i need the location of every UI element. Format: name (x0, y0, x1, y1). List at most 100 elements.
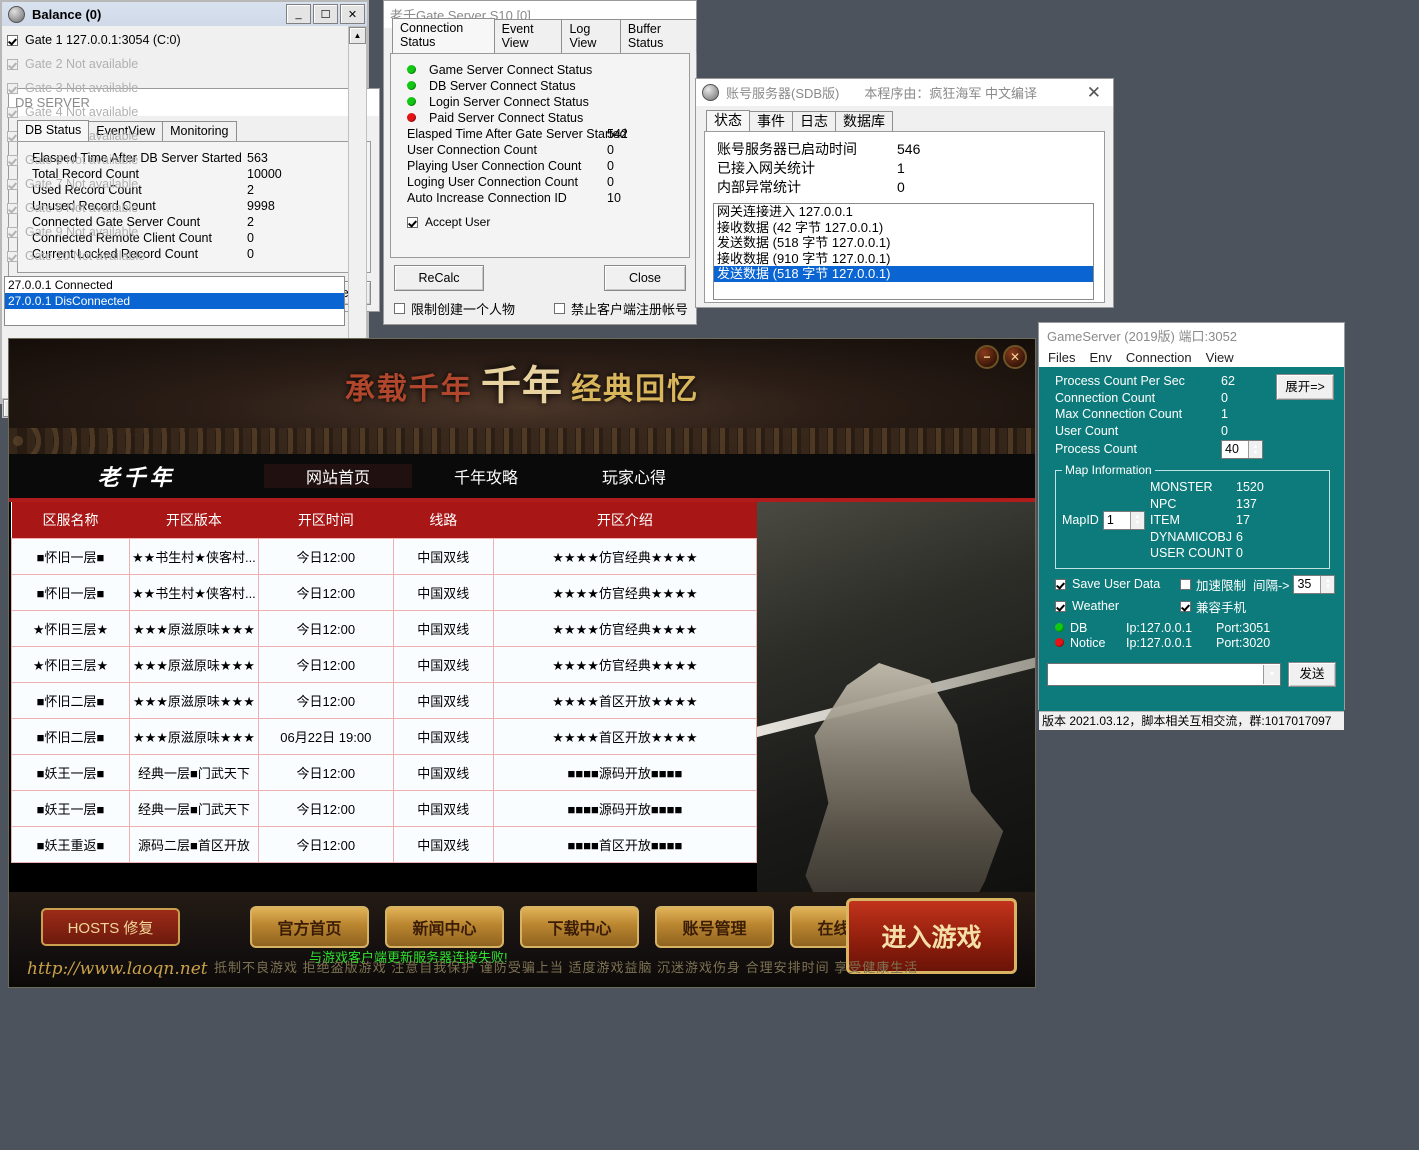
stepper-arrows-icon[interactable]: ▲▼ (1248, 441, 1262, 458)
accept-user-label: Accept User (425, 215, 490, 229)
table-row[interactable]: ■怀旧二层■★★★原滋原味★★★今日12:00中国双线★★★★首区开放★★★★ (12, 683, 757, 719)
menu-view[interactable]: View (1206, 350, 1234, 365)
close-icon[interactable]: ✕ (340, 4, 365, 24)
status-light-green-icon (407, 97, 416, 106)
save-user-data-checkbox[interactable]: Save User Data (1055, 577, 1180, 591)
recalc-button[interactable]: ReCalc (394, 265, 484, 291)
minimize-icon[interactable]: _ (286, 4, 311, 24)
gate-label: Gate 10 Not available (25, 249, 145, 263)
weather-checkbox[interactable]: Weather (1055, 599, 1180, 613)
maximize-icon[interactable]: ☐ (313, 4, 338, 24)
chevron-down-icon[interactable]: ▼ (1263, 665, 1280, 684)
tab-events[interactable]: 事件 (749, 111, 793, 131)
game-server-title: GameServer (2019版) 端口:3052 (1047, 326, 1237, 345)
map-stat-label: NPC (1150, 496, 1236, 513)
status-light-red-icon (407, 113, 416, 122)
expand-button[interactable]: 展开=> (1276, 374, 1334, 400)
app-icon (8, 6, 25, 23)
checkbox-icon (554, 303, 565, 314)
log-item-selected[interactable]: 发送数据 (518 字节 127.0.0.1) (714, 266, 1093, 282)
map-stat-row: USER COUNT0 (1150, 545, 1323, 562)
checkbox-icon (7, 83, 18, 94)
menu-connection[interactable]: Connection (1126, 350, 1192, 365)
tab-connection-status[interactable]: Connection Status (392, 18, 495, 53)
account-stat-value: 0 (897, 178, 905, 197)
db-connection-row: DB Ip:127.0.0.1 Port:3051 (1055, 621, 1336, 635)
table-row[interactable]: ■妖王一层■经典一层■门武天下今日12:00中国双线■■■■源码开放■■■■ (12, 755, 757, 791)
tab-status[interactable]: 状态 (706, 110, 750, 131)
mapid-stepper[interactable]: 1 ▲▼ (1103, 511, 1145, 530)
balance-log-list[interactable]: 27.0.0.1 Connected 27.0.0.1 DisConnected (4, 276, 345, 326)
tab-buffer-status[interactable]: Buffer Status (620, 19, 697, 53)
download-center-button[interactable]: 下载中心 (520, 906, 639, 948)
checkbox-icon (7, 227, 18, 238)
status-light-red-icon (1055, 638, 1064, 647)
official-home-button[interactable]: 官方首页 (250, 906, 369, 948)
menu-files[interactable]: Files (1048, 350, 1075, 365)
account-server-title: 账号服务器(SDB版) (726, 83, 839, 102)
minimize-icon[interactable]: − (975, 345, 999, 369)
nav-item-experience[interactable]: 玩家心得 (560, 464, 708, 488)
website-url[interactable]: http://www.laoqn.net (27, 959, 208, 979)
background-artwork (757, 502, 1035, 943)
news-center-button[interactable]: 新闻中心 (385, 906, 504, 948)
gate-close-button[interactable]: Close (604, 265, 686, 291)
mobile-compat-checkbox[interactable]: 兼容手机 (1180, 597, 1246, 616)
log-item-selected[interactable]: 27.0.0.1 DisConnected (5, 293, 344, 309)
gate-checkbox-row[interactable]: Gate 1 127.0.0.1:3054 (C:0) (2, 28, 349, 52)
log-item[interactable]: 接收数据 (42 字节 127.0.0.1) (714, 220, 1093, 236)
account-management-button[interactable]: 账号管理 (655, 906, 774, 948)
log-item[interactable]: 27.0.0.1 Connected (5, 277, 344, 293)
map-stat-row: DYNAMICOBJ6 (1150, 529, 1323, 546)
gs-stat-row: Max Connection Count1 (1055, 406, 1336, 423)
stepper-arrows-icon[interactable]: ▲▼ (1130, 512, 1144, 529)
scroll-up-icon[interactable]: ▲ (349, 27, 366, 44)
table-row[interactable]: ■怀旧一层■★★书生村★侠客村...今日12:00中国双线★★★★仿官经典★★★… (12, 575, 757, 611)
cell-time: 今日12:00 (258, 755, 393, 791)
nav-item-home[interactable]: 网站首页 (264, 464, 412, 488)
th-zone-version: 开区版本 (130, 502, 259, 539)
tab-logs[interactable]: 日志 (792, 111, 836, 131)
table-row[interactable]: ★怀旧三层★★★★原滋原味★★★今日12:00中国双线★★★★仿官经典★★★★ (12, 647, 757, 683)
tab-event-view[interactable]: Event View (494, 19, 563, 53)
disable-client-register-checkbox[interactable]: 禁止客户端注册帐号 (554, 299, 688, 318)
speed-limit-checkbox[interactable]: 加速限制 (1180, 575, 1246, 594)
checkbox-icon (1180, 579, 1191, 590)
close-icon[interactable]: ✕ (1087, 83, 1107, 103)
menu-env[interactable]: Env (1089, 350, 1111, 365)
gate-label: Gate 1 127.0.0.1:3054 (C:0) (25, 33, 181, 47)
table-row[interactable]: ■怀旧二层■★★★原滋原味★★★06月22日 19:00中国双线★★★★首区开放… (12, 719, 757, 755)
gate-checkbox-row: Gate 7 Not available (2, 172, 349, 196)
map-stat-row: MONSTER1520 (1150, 479, 1323, 496)
account-server-log-list[interactable]: 网关连接进入 127.0.0.1 接收数据 (42 字节 127.0.0.1) … (713, 203, 1094, 300)
cell-version: ★★书生村★侠客村... (130, 539, 259, 575)
send-button[interactable]: 发送 (1288, 662, 1336, 687)
tab-log-view[interactable]: Log View (561, 19, 620, 53)
command-input[interactable] (1048, 666, 1263, 682)
table-row[interactable]: ■妖王一层■经典一层■门武天下今日12:00中国双线■■■■源码开放■■■■ (12, 791, 757, 827)
log-item[interactable]: 发送数据 (518 字节 127.0.0.1) (714, 235, 1093, 251)
log-item[interactable]: 网关连接进入 127.0.0.1 (714, 204, 1093, 220)
gate-checkbox-row: Gate 9 Not available (2, 220, 349, 244)
nav-item-guide[interactable]: 千年攻略 (412, 464, 560, 488)
account-stat-label: 账号服务器已启动时间 (717, 140, 897, 159)
table-row[interactable]: ★怀旧三层★★★★原滋原味★★★今日12:00中国双线★★★★仿官经典★★★★ (12, 611, 757, 647)
accept-user-checkbox[interactable]: Accept User (407, 215, 689, 229)
cell-version: ★★书生村★侠客村... (130, 575, 259, 611)
gate-stat-label: Auto Increase Connection ID (407, 190, 607, 206)
zone-table-wrapper: 区服名称 开区版本 开区时间 线路 开区介绍 ■怀旧一层■★★书生村★侠客村..… (11, 502, 757, 863)
process-count-stepper[interactable]: 40 ▲▼ (1221, 440, 1263, 459)
close-icon[interactable]: ✕ (1003, 345, 1027, 369)
log-item[interactable]: 接收数据 (910 字节 127.0.0.1) (714, 251, 1093, 267)
db-connection-ip: Ip:127.0.0.1 (1126, 621, 1210, 635)
tab-database[interactable]: 数据库 (835, 111, 893, 131)
tab-db-status[interactable]: DB Status (17, 120, 89, 141)
account-server-window: 账号服务器(SDB版) 本程序由：疯狂海军 中文编译 ✕ 状态 事件 日志 数据… (695, 78, 1114, 308)
table-row[interactable]: ■妖王重返■源码二层■首区开放今日12:00中国双线■■■■首区开放■■■■ (12, 827, 757, 863)
hosts-repair-button[interactable]: HOSTS 修复 (41, 908, 180, 946)
th-zone-line: 线路 (393, 502, 493, 539)
interval-stepper[interactable]: 35 ▲▼ (1293, 575, 1335, 594)
limit-one-character-checkbox[interactable]: 限制创建一个人物 (394, 299, 554, 318)
stepper-arrows-icon[interactable]: ▲▼ (1320, 576, 1334, 593)
table-row[interactable]: ■怀旧一层■★★书生村★侠客村...今日12:00中国双线★★★★仿官经典★★★… (12, 539, 757, 575)
